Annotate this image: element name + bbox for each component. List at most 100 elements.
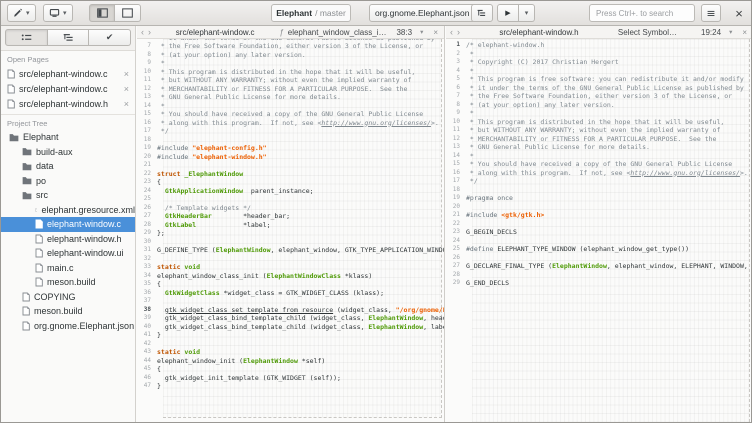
code-line: 14 * (137, 102, 444, 111)
run-button[interactable]: ▶ (497, 4, 519, 22)
source-editor[interactable]: 6 * it under the terms of the GNU Genera… (137, 39, 444, 422)
close-page-icon[interactable]: × (124, 99, 129, 109)
code-line: 11 * but WITHOUT ANY WARRANTY; without e… (446, 126, 752, 135)
line-number: 9 (446, 109, 466, 118)
code-line: 17 */ (446, 177, 752, 186)
tree-item[interactable]: elephant-window.h (1, 232, 135, 247)
tree-item[interactable]: meson.build (1, 275, 135, 290)
cursor-position[interactable]: 38:3 (396, 28, 412, 37)
tab-project-tree[interactable] (48, 29, 90, 46)
line-number: 34 (137, 272, 157, 281)
sidebar-tabs: ✔ (1, 26, 135, 51)
project-tree: Elephantbuild-auxdata posrcelephant.greso… (1, 130, 135, 333)
file-path[interactable]: src/elephant-window.h (464, 28, 614, 37)
code-line: 21 (137, 161, 444, 170)
function-symbol-icon: ƒ (279, 28, 283, 37)
open-page-label: src/elephant-window.c (19, 69, 108, 79)
cursor-position[interactable]: 19:24 (701, 28, 721, 37)
line-number: 24 (446, 237, 466, 246)
tree-item[interactable]: Elephant (1, 130, 135, 145)
close-page-icon[interactable]: × (742, 28, 747, 37)
code-line: 8 * (at your option) any later version. (137, 51, 444, 60)
device-selector-button[interactable]: ▾ (43, 4, 73, 22)
perspective-selector-button[interactable]: ▾ (7, 4, 36, 22)
back-icon[interactable]: ‹ (141, 28, 144, 37)
code-line: 3 * Copyright (C) 2017 Christian Hergert (446, 58, 752, 67)
code-line: 11 * but WITHOUT ANY WARRANTY; without e… (137, 76, 444, 85)
toggle-bottom-panel-button[interactable] (115, 4, 141, 22)
device-icon (49, 8, 60, 18)
headerbar: ▾ ▾ Elephant / master org.gnome.Elephant… (1, 1, 751, 26)
open-page-item[interactable]: src/elephant-window.h× (1, 96, 135, 111)
close-page-icon[interactable]: × (124, 84, 129, 94)
line-number: 13 (137, 93, 157, 102)
menu-button[interactable] (701, 4, 721, 22)
code-line: 13 * GNU General Public License for more… (137, 93, 444, 102)
line-number: 17 (137, 127, 157, 136)
line-number: 18 (446, 186, 466, 195)
code-line: 4 * (446, 67, 752, 76)
back-icon[interactable]: ‹ (450, 28, 453, 37)
tree-item-label: elephant-window.ui (47, 248, 124, 258)
open-page-label: src/elephant-window.c (19, 84, 108, 94)
line-number: 32 (137, 255, 157, 264)
code-line: 30 (137, 238, 444, 247)
tree-item[interactable]: COPYING (1, 290, 135, 305)
builder-window: ▾ ▾ Elephant / master org.gnome.Elephant… (0, 0, 752, 423)
tree-item[interactable]: meson.build (1, 304, 135, 319)
file-path[interactable]: src/elephant-window.c (155, 28, 275, 37)
pages-list-icon (21, 33, 32, 42)
code-line: 13 * GNU General Public License for more… (446, 143, 752, 152)
line-number: 36 (137, 289, 157, 298)
line-number: 21 (446, 211, 466, 220)
tree-item[interactable]: elephant-window.ui (1, 246, 135, 261)
source-editor[interactable]: 1/* elephant-window.h2 *3 * Copyright (C… (446, 39, 752, 422)
search-input[interactable] (589, 4, 695, 22)
line-number: 41 (137, 331, 157, 340)
tree-item-label: data (36, 161, 54, 171)
code-line: 38 gtk_widget_class_set_template_from_re… (137, 306, 444, 315)
open-page-item[interactable]: src/elephant-window.c × (1, 81, 135, 96)
toggle-left-panel-button[interactable] (89, 4, 115, 22)
chevron-down-icon[interactable]: ▾ (420, 28, 423, 36)
run-options-button[interactable]: ▾ (519, 4, 535, 22)
forward-icon[interactable]: › (148, 28, 151, 37)
code-line: 20 (446, 203, 752, 212)
line-number: 26 (446, 254, 466, 263)
code-line: 20#include "elephant-window.h" (137, 153, 444, 162)
omnibar[interactable]: Elephant / master (271, 4, 351, 22)
close-page-icon[interactable]: × (433, 28, 438, 37)
symbol-selector[interactable]: Select Symbol… (618, 28, 677, 37)
line-number: 15 (446, 160, 466, 169)
build-button[interactable] (471, 4, 493, 22)
code-line: 25#define ELEPHANT_TYPE_WINDOW (elephant… (446, 245, 752, 254)
code-line: 14 * (446, 152, 752, 161)
tab-todo[interactable]: ✔ (89, 29, 131, 46)
open-page-item[interactable]: src/elephant-window.c × (1, 66, 135, 81)
line-number: 38 (137, 306, 157, 315)
code-line: 39 gtk_widget_class_bind_template_child … (137, 314, 444, 323)
close-page-icon[interactable]: × (124, 69, 129, 79)
tree-item[interactable]: main.c (1, 261, 135, 276)
tree-item[interactable]: src (1, 188, 135, 203)
sidebar: ✔ Open Pages src/elephant-window.c×src/e… (1, 26, 136, 422)
file-icon (22, 292, 30, 302)
tree-item[interactable]: elephant-window.c (1, 217, 135, 232)
forward-icon[interactable]: › (457, 28, 460, 37)
code-line: 27 GtkHeaderBar *header_bar; (137, 212, 444, 221)
code-line: 42 (137, 340, 444, 349)
build-target-button[interactable]: org.gnome.Elephant.json (369, 4, 476, 22)
tree-item[interactable]: org.gnome.Elephant.json (1, 319, 135, 334)
tree-item[interactable]: po (1, 174, 135, 189)
tab-open-pages[interactable] (5, 29, 48, 46)
line-number: 6 (446, 84, 466, 93)
left-panel-icon (97, 8, 108, 18)
tree-item-label: COPYING (34, 292, 76, 302)
symbol-selector[interactable]: elephant_window_class_i… (288, 28, 387, 37)
code-line: 36 GtkWidgetClass *widget_class = GTK_WI… (137, 289, 444, 298)
chevron-down-icon[interactable]: ▾ (729, 28, 732, 36)
tree-item[interactable]: elephant.gresource.xml (1, 203, 135, 218)
window-close-button[interactable]: × (729, 3, 749, 23)
tree-item[interactable]: build-aux (1, 145, 135, 160)
tree-item[interactable]: data (1, 159, 135, 174)
